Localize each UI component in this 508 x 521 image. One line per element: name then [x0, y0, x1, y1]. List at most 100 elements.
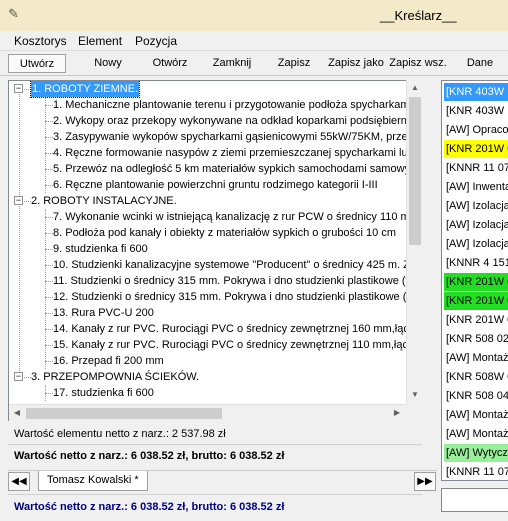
catalog-list-item[interactable]: [KNR 508W 0 — [444, 368, 508, 386]
tree-item-label: 3. PRZEPOMPOWNIA ŚCIEKÓW. — [31, 371, 200, 383]
tree-item-label: 12. Studzienki o średnicy 315 mm. Pokryw… — [53, 291, 422, 303]
tree-item-label: 14. Kanały z rur PVC. Rurociągi PVC o śr… — [53, 323, 422, 335]
estimate-total-value: Wartość netto z narz.: 6 038.52 zł, brut… — [14, 450, 285, 462]
scroll-right-icon[interactable]: ▶ — [389, 405, 405, 421]
tree-section-row[interactable]: −1. ROBOTY ZIEMNE. — [9, 81, 421, 98]
tree-connector-line — [45, 137, 53, 138]
catalog-list-item[interactable]: [KNR 201W 0 — [444, 140, 508, 158]
catalog-search-input[interactable] — [441, 488, 508, 512]
catalog-list-item[interactable]: [KNR 403W 1 — [444, 83, 508, 101]
tree-item-label: 11. Studzienki o średnicy 315 mm. Pokryw… — [53, 275, 422, 287]
tree-vertical-scrollbar[interactable]: ▲ ▼ — [406, 80, 423, 404]
catalog-list-item[interactable]: [AW] Montaż — [444, 349, 508, 367]
tree-connector-line — [45, 105, 53, 106]
tree-connector-line — [45, 393, 53, 394]
tree-position-row[interactable]: 12. Studzienki o średnicy 315 mm. Pokryw… — [9, 289, 422, 305]
catalog-list-item[interactable]: [AW] Izolacja — [444, 197, 508, 215]
data-button[interactable]: Dane — [450, 54, 508, 73]
title-bar: ✎ __Kreślarz__ — [0, 0, 508, 31]
tree-position-row[interactable]: 2. Wykopy oraz przekopy wykonywane na od… — [9, 113, 421, 129]
tree-item-label: 3. Zasypywanie wykopów spycharkami gąsie… — [53, 131, 422, 143]
tree-position-row[interactable]: 4. Ręczne formowanie nasypów z ziemi prz… — [9, 145, 422, 161]
catalog-list[interactable]: [KNR 403W 1 [KNR 403W 1 [AW] Opraco [KNR 20… — [441, 80, 508, 481]
save-as-button[interactable]: Zapisz jako — [326, 54, 386, 73]
catalog-list-item[interactable]: [AW] Montaż — [444, 425, 508, 443]
tree-item-label: 4. Ręczne formowanie nasypów z ziemi prz… — [53, 147, 422, 159]
scroll-down-icon[interactable]: ▼ — [407, 387, 423, 403]
catalog-list-item[interactable]: [AW] Montaż — [444, 406, 508, 424]
open-button[interactable]: Otwórz — [140, 54, 200, 73]
vertical-scroll-thumb[interactable] — [409, 97, 421, 245]
catalog-list-item[interactable]: [KNNR 11 07 — [444, 159, 508, 177]
tree-position-row[interactable]: 11. Studzienki o średnicy 315 mm. Pokryw… — [9, 273, 422, 289]
tab-tomasz-kowalski[interactable]: Tomasz Kowalski * — [38, 471, 148, 491]
tree-connector-line — [24, 377, 31, 378]
new-button[interactable]: Nowy — [78, 54, 138, 73]
tree-position-row[interactable]: 8. Podłoża pod kanały i obiekty z materi… — [9, 225, 421, 241]
horizontal-scroll-thumb[interactable] — [26, 408, 222, 419]
tree-position-row[interactable]: 6. Ręczne plantowanie powierzchni gruntu… — [9, 177, 421, 193]
tree-position-row[interactable]: 7. Wykonanie wcinki w istniejącą kanaliz… — [9, 209, 421, 225]
tree-connector-line — [45, 345, 53, 346]
tree-position-row[interactable]: 3. Zasypywanie wykopów spycharkami gąsie… — [9, 129, 422, 145]
menu-pozycja[interactable]: Pozycja — [135, 34, 177, 48]
catalog-list-item[interactable]: [AW] Izolacja — [444, 235, 508, 253]
app-pen-icon[interactable]: ✎ — [8, 7, 22, 21]
catalog-list-item[interactable]: [KNR 403W 1 — [444, 102, 508, 120]
collapse-icon[interactable]: − — [14, 196, 23, 205]
tree-position-row[interactable]: 17. studzienka fi 600 — [9, 385, 421, 401]
catalog-list-item[interactable]: [AW] Opraco — [444, 121, 508, 139]
catalog-list-item[interactable]: [AW] Wytycz — [444, 444, 508, 462]
tree-connector-line — [45, 361, 53, 362]
tab-next-button[interactable]: ▶▶ — [414, 472, 436, 491]
catalog-list-item[interactable]: [KNR 508 02 — [444, 330, 508, 348]
catalog-list-item[interactable]: [KNR 201W 0 — [444, 311, 508, 329]
scroll-up-icon[interactable]: ▲ — [407, 80, 423, 96]
tree-item-label: 1. Mechaniczne plantowanie terenu i przy… — [53, 99, 422, 111]
tree-position-row[interactable]: 14. Kanały z rur PVC. Rurociągi PVC o śr… — [9, 321, 422, 337]
catalog-list-item[interactable]: [KNR 201W 0 — [444, 292, 508, 310]
catalog-list-item[interactable]: [KNR 508 04 — [444, 387, 508, 405]
tree-connector-line — [45, 297, 53, 298]
tree-section-row[interactable]: −3. PRZEPOMPOWNIA ŚCIEKÓW. — [9, 369, 421, 385]
tree-connector-line — [45, 249, 53, 250]
menu-element[interactable]: Element — [78, 34, 122, 48]
collapse-icon[interactable]: − — [14, 372, 23, 381]
tree-horizontal-scrollbar[interactable]: ◀ ▶ — [9, 404, 406, 421]
tree-position-row[interactable]: 10. Studzienki kanalizacyjne systemowe "… — [9, 257, 421, 273]
catalog-list-item[interactable]: [KNNR 4 151 — [444, 254, 508, 272]
tab-prev-button[interactable]: ◀◀ — [8, 472, 30, 491]
scroll-corner — [406, 404, 422, 421]
tree-connector-line — [24, 89, 31, 90]
catalog-list-item[interactable]: [KNNR 11 07 — [444, 463, 508, 480]
tree-item-label: 1. ROBOTY ZIEMNE. — [29, 81, 141, 98]
collapse-icon[interactable]: − — [14, 84, 23, 93]
tree-position-row[interactable]: 13. Rura PVC-U 200 — [9, 305, 421, 321]
tree-position-row[interactable]: 15. Kanały z rur PVC. Rurociągi PVC o śr… — [9, 337, 421, 353]
catalog-list-item[interactable]: [AW] Izolacja — [444, 216, 508, 234]
catalog-list-item[interactable]: [AW] Inwenta — [444, 178, 508, 196]
tree-connector-line — [45, 313, 53, 314]
cost-estimate-tree[interactable]: −1. ROBOTY ZIEMNE. 1. Mechaniczne plantow… — [8, 80, 422, 421]
status-total-value: Wartość netto z narz.: 6 038.52 zł, brut… — [14, 501, 285, 513]
scroll-left-icon[interactable]: ◀ — [9, 405, 25, 421]
create-button[interactable]: Utwórz — [8, 54, 66, 73]
tree-position-row[interactable]: 5. Przewóz na odległość 5 km materiałów … — [9, 161, 421, 177]
tree-connector-line — [45, 265, 53, 266]
save-button[interactable]: Zapisz — [264, 54, 324, 73]
close-button[interactable]: Zamknij — [202, 54, 262, 73]
tree-item-label: 17. studzienka fi 600 — [53, 387, 154, 399]
window-title: __Kreślarz__ — [380, 8, 457, 23]
tab-bar: ◀◀ Tomasz Kowalski * ▶▶ — [8, 470, 437, 491]
tree-item-label: 6. Ręczne plantowanie powierzchni gruntu… — [53, 179, 378, 191]
tree-item-label: 16. Przepad fi 200 mm — [53, 355, 164, 367]
catalog-list-item[interactable]: [KNR 201W 0 — [444, 273, 508, 291]
save-all-button[interactable]: Zapisz wsz. — [388, 54, 448, 73]
tree-position-row[interactable]: 1. Mechaniczne plantowanie terenu i przy… — [9, 97, 422, 113]
tree-section-row[interactable]: −2. ROBOTY INSTALACYJNE. — [9, 193, 421, 209]
tree-position-row[interactable]: 9. studzienka fi 600 — [9, 241, 421, 257]
tree-connector-line — [45, 217, 53, 218]
menu-kosztorys[interactable]: Kosztorys — [14, 34, 67, 48]
toolbar: Utwórz Nowy Otwórz Zamknij Zapisz Zapisz… — [0, 51, 508, 76]
tree-position-row[interactable]: 16. Przepad fi 200 mm — [9, 353, 421, 369]
